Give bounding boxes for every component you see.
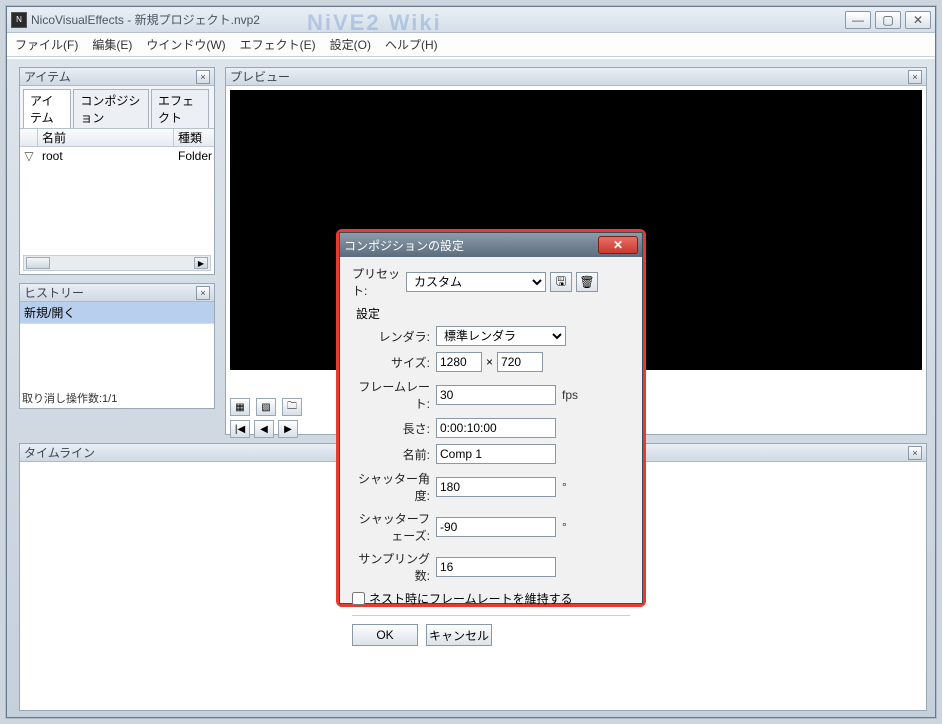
dialog-highlight: コンポジションの設定 ✕ プリセット: カスタム 🖫 🗑 設定 レンダラ: 標準… [336,229,646,607]
cancel-button[interactable]: キャンセル [426,624,492,646]
fps-unit: fps [562,388,578,402]
col-name[interactable]: 名前 [38,129,174,146]
preset-select[interactable]: カスタム [406,272,546,292]
safezone-icon[interactable]: ▧ [256,398,276,416]
save-preset-icon[interactable]: 🖫 [550,272,572,292]
dialog-title: コンポジションの設定 [344,237,464,254]
ok-button[interactable]: OK [352,624,418,646]
deg-unit-2: ° [562,520,567,534]
renderer-label: レンダラ: [352,328,436,345]
items-grid-header: 名前 種類 [20,129,214,147]
length-input[interactable] [436,418,556,438]
folder-icon[interactable]: 🗀 [282,398,302,416]
delete-preset-icon[interactable]: 🗑 [576,272,598,292]
menu-help[interactable]: ヘルプ(H) [385,36,438,53]
length-label: 長さ: [352,420,436,437]
width-input[interactable] [436,352,482,372]
close-button[interactable]: ✕ [905,11,931,29]
expand-icon[interactable]: ▽ [20,149,38,163]
grid-icon[interactable]: ▦ [230,398,250,416]
prev-frame-icon[interactable]: ◀ [254,420,274,438]
table-row[interactable]: ▽ root Folder [20,147,214,165]
menu-effect[interactable]: エフェクト(E) [240,36,316,53]
shutter-phase-label: シャッターフェーズ: [352,510,436,544]
preset-label: プリセット: [352,265,406,299]
panel-preview-title: プレビュー [230,68,290,85]
scrollbar-thumb[interactable] [26,257,50,269]
nest-keep-fps-checkbox[interactable] [352,592,365,605]
app-icon: N [11,12,27,28]
panel-history-title: ヒストリー [24,284,84,301]
undo-count: 取り消し操作数:1/1 [22,390,117,406]
dialog-titlebar[interactable]: コンポジションの設定 ✕ [340,233,642,257]
main-window: NiVE2 Wiki N NicoVisualEffects - 新規プロジェク… [6,6,936,718]
shutter-angle-label: シャッター角度: [352,470,436,504]
composition-settings-dialog: コンポジションの設定 ✕ プリセット: カスタム 🖫 🗑 設定 レンダラ: 標準… [339,232,643,604]
panel-items-title: アイテム [24,68,71,85]
framerate-label: フレームレート: [352,378,436,412]
menu-window[interactable]: ウインドウ(W) [146,36,225,53]
col-type[interactable]: 種類 [174,129,214,146]
size-sep: × [486,355,493,369]
minimize-button[interactable]: — [845,11,871,29]
menu-edit[interactable]: 編集(E) [92,36,132,53]
panel-items: アイテム × アイテム コンポジション エフェクト 名前 種類 ▽ root F… [19,67,215,275]
size-label: サイズ: [352,354,436,371]
settings-label: 設定 [356,305,630,322]
shutter-phase-input[interactable] [436,517,556,537]
menu-settings[interactable]: 設定(O) [330,36,371,53]
play-icon[interactable]: ▶ [278,420,298,438]
history-item[interactable]: 新規/開く [20,302,214,324]
shutter-angle-input[interactable] [436,477,556,497]
items-scrollbar[interactable]: ▶ [23,255,211,271]
nest-keep-fps-label: ネスト時にフレームレートを維持する [369,590,573,607]
sampling-input[interactable] [436,557,556,577]
panel-timeline-close[interactable]: × [908,446,922,460]
sampling-label: サンプリング数: [352,550,436,584]
scroll-right-icon[interactable]: ▶ [194,257,208,269]
tab-items[interactable]: アイテム [23,89,71,128]
panel-timeline-title: タイムライン [24,444,95,461]
window-title: NicoVisualEffects - 新規プロジェクト.nvp2 [31,11,260,28]
renderer-select[interactable]: 標準レンダラ [436,326,566,346]
framerate-input[interactable] [436,385,556,405]
height-input[interactable] [497,352,543,372]
tab-composition[interactable]: コンポジション [73,89,149,128]
tab-effect[interactable]: エフェクト [151,89,209,128]
panel-items-close[interactable]: × [196,70,210,84]
dialog-close-button[interactable]: ✕ [598,236,638,254]
panel-history-close[interactable]: × [196,286,210,300]
deg-unit-1: ° [562,480,567,494]
workspace: アイテム × アイテム コンポジション エフェクト 名前 種類 ▽ root F… [7,59,935,717]
panel-history: ヒストリー × 新規/開く 取り消し操作数:1/1 [19,283,215,409]
menubar: ファイル(F) 編集(E) ウインドウ(W) エフェクト(E) 設定(O) ヘル… [7,33,935,57]
menu-file[interactable]: ファイル(F) [15,36,78,53]
maximize-button[interactable]: ▢ [875,11,901,29]
name-label: 名前: [352,446,436,463]
name-input[interactable] [436,444,556,464]
panel-preview-close[interactable]: × [908,70,922,84]
goto-start-icon[interactable]: |◀ [230,420,250,438]
titlebar: N NicoVisualEffects - 新規プロジェクト.nvp2 — ▢ … [7,7,935,33]
